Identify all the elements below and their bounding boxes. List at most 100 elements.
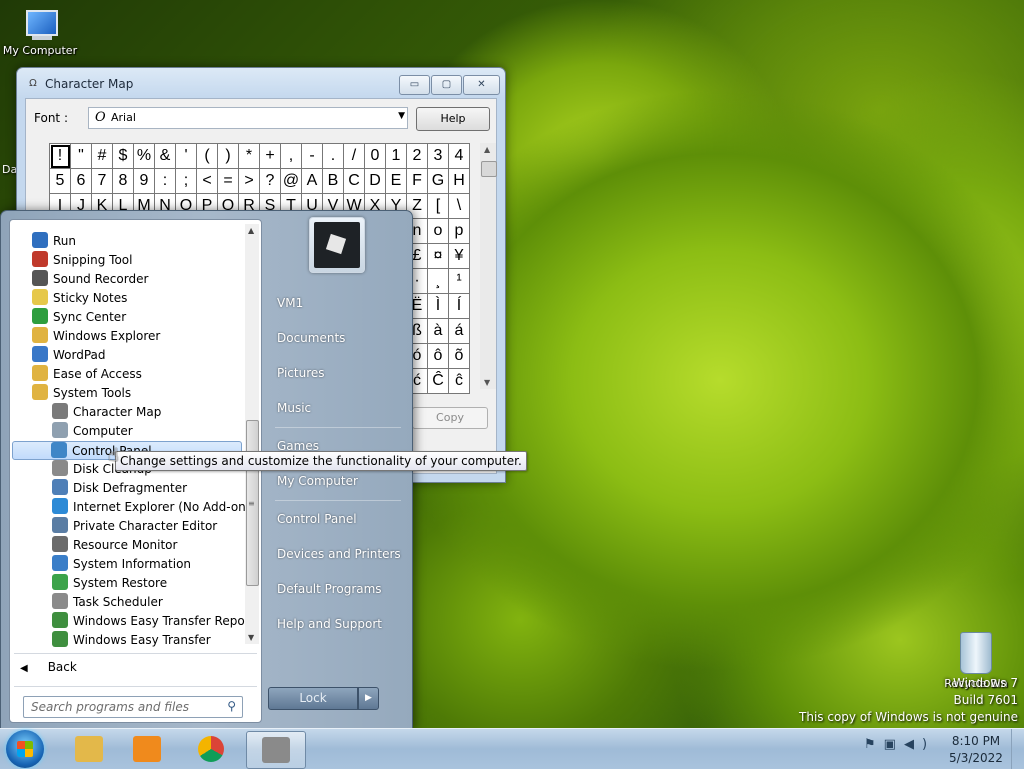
help-support-link[interactable]: Help and Support: [277, 617, 382, 631]
explorer-taskbar-button[interactable]: [60, 731, 118, 767]
program-item[interactable]: Private Character Editor: [52, 517, 242, 536]
chrome-taskbar-button[interactable]: [183, 731, 241, 767]
character-cell[interactable]: F: [407, 169, 428, 194]
character-cell[interactable]: B: [323, 169, 344, 194]
character-cell[interactable]: :: [155, 169, 176, 194]
character-cell[interactable]: õ: [449, 344, 470, 369]
character-cell[interactable]: ¹: [449, 269, 470, 294]
program-item[interactable]: Computer: [52, 422, 242, 441]
program-item[interactable]: Snipping Tool: [32, 251, 242, 270]
close-button[interactable]: ✕: [463, 75, 500, 95]
font-dropdown[interactable]: O Arial ▼: [88, 107, 408, 129]
start-button[interactable]: [6, 730, 44, 768]
program-item[interactable]: Ease of Access: [32, 365, 242, 384]
character-cell[interactable]: 7: [92, 169, 113, 194]
help-button[interactable]: Help: [416, 107, 490, 131]
search-icon[interactable]: ⚲: [227, 699, 236, 713]
character-cell[interactable]: Ĉ: [428, 369, 449, 394]
character-cell[interactable]: Í: [449, 294, 470, 319]
program-item[interactable]: Internet Explorer (No Add-ons): [52, 498, 246, 517]
character-cell[interactable]: 8: [113, 169, 134, 194]
program-item[interactable]: Sync Center: [32, 308, 242, 327]
character-cell[interactable]: #: [92, 144, 113, 169]
scroll-up-icon[interactable]: ▲: [248, 226, 254, 235]
program-item[interactable]: System Tools: [32, 384, 242, 403]
character-cell[interactable]: /: [344, 144, 365, 169]
program-item[interactable]: WordPad: [32, 346, 242, 365]
my-computer-link[interactable]: My Computer: [277, 474, 358, 488]
character-cell[interactable]: E: [386, 169, 407, 194]
character-cell[interactable]: *: [239, 144, 260, 169]
program-item[interactable]: Sound Recorder: [32, 270, 242, 289]
character-cell[interactable]: ": [71, 144, 92, 169]
volume-icon[interactable]: ◀): [904, 737, 935, 752]
character-cell[interactable]: >: [239, 169, 260, 194]
character-cell[interactable]: H: [449, 169, 470, 194]
character-cell[interactable]: <: [197, 169, 218, 194]
program-item[interactable]: Run: [32, 232, 242, 251]
program-item[interactable]: System Restore: [52, 574, 242, 593]
search-input[interactable]: Search programs and files ⚲: [23, 696, 243, 718]
character-cell[interactable]: &: [155, 144, 176, 169]
music-link[interactable]: Music: [277, 401, 311, 415]
user-picture[interactable]: [309, 217, 365, 273]
character-cell[interactable]: p: [449, 219, 470, 244]
character-cell[interactable]: [: [428, 194, 449, 219]
maximize-button[interactable]: ▢: [431, 75, 462, 95]
program-item[interactable]: Windows Easy Transfer Reports: [52, 612, 246, 631]
character-cell[interactable]: =: [218, 169, 239, 194]
window-titlebar[interactable]: Ω Character Map ▭ ▢ ✕: [17, 68, 505, 98]
character-cell[interactable]: 1: [386, 144, 407, 169]
show-desktop-button[interactable]: [1011, 729, 1024, 769]
program-item[interactable]: Resource Monitor: [52, 536, 242, 555]
program-item[interactable]: Task Scheduler: [52, 593, 242, 612]
character-cell[interactable]: ¤: [428, 244, 449, 269]
program-item[interactable]: System Information: [52, 555, 242, 574]
character-cell[interactable]: +: [260, 144, 281, 169]
character-cell[interactable]: @: [281, 169, 302, 194]
character-grid-scrollbar[interactable]: ▲ ▼: [480, 143, 497, 389]
scroll-down-icon[interactable]: ▼: [484, 378, 490, 387]
character-cell[interactable]: .: [323, 144, 344, 169]
character-cell[interactable]: !: [50, 144, 71, 169]
copy-button[interactable]: Copy: [412, 407, 488, 429]
character-cell[interactable]: 4: [449, 144, 470, 169]
character-cell[interactable]: C: [344, 169, 365, 194]
character-cell[interactable]: %: [134, 144, 155, 169]
character-cell[interactable]: o: [428, 219, 449, 244]
character-cell[interactable]: ?: [260, 169, 281, 194]
character-cell[interactable]: ;: [176, 169, 197, 194]
character-cell[interactable]: 5: [50, 169, 71, 194]
pictures-link[interactable]: Pictures: [277, 366, 325, 380]
character-cell[interactable]: D: [365, 169, 386, 194]
scroll-up-icon[interactable]: ▲: [484, 145, 490, 154]
devices-printers-link[interactable]: Devices and Printers: [277, 547, 401, 561]
character-cell[interactable]: à: [428, 319, 449, 344]
minimize-button[interactable]: ▭: [399, 75, 430, 95]
lock-button[interactable]: Lock: [268, 687, 358, 710]
program-item[interactable]: Windows Easy Transfer: [52, 631, 242, 650]
desktop-icon-my-computer[interactable]: My Computer: [2, 8, 78, 57]
program-item[interactable]: Disk Defragmenter: [52, 479, 242, 498]
action-center-flag-icon[interactable]: ⚑: [864, 737, 884, 752]
scroll-thumb[interactable]: [481, 161, 497, 177]
program-item[interactable]: Sticky Notes: [32, 289, 242, 308]
character-cell[interactable]: ¥: [449, 244, 470, 269]
character-cell[interactable]: ': [176, 144, 197, 169]
scroll-down-icon[interactable]: ▼: [248, 633, 254, 642]
user-name-link[interactable]: VM1: [277, 296, 303, 310]
character-cell[interactable]: ô: [428, 344, 449, 369]
clock[interactable]: 8:10 PM 5/3/2022: [936, 733, 1016, 767]
character-cell[interactable]: á: [449, 319, 470, 344]
character-cell[interactable]: 6: [71, 169, 92, 194]
control-panel-link[interactable]: Control Panel: [277, 512, 357, 526]
character-cell[interactable]: A: [302, 169, 323, 194]
character-cell[interactable]: 3: [428, 144, 449, 169]
character-cell[interactable]: $: [113, 144, 134, 169]
chevron-down-icon[interactable]: ▼: [398, 111, 405, 121]
media-player-taskbar-button[interactable]: [118, 731, 176, 767]
default-programs-link[interactable]: Default Programs: [277, 582, 382, 596]
character-cell[interactable]: ¸: [428, 269, 449, 294]
programs-scrollbar[interactable]: ▲ ≡ ▼: [245, 224, 259, 644]
program-item[interactable]: Character Map: [52, 403, 242, 422]
